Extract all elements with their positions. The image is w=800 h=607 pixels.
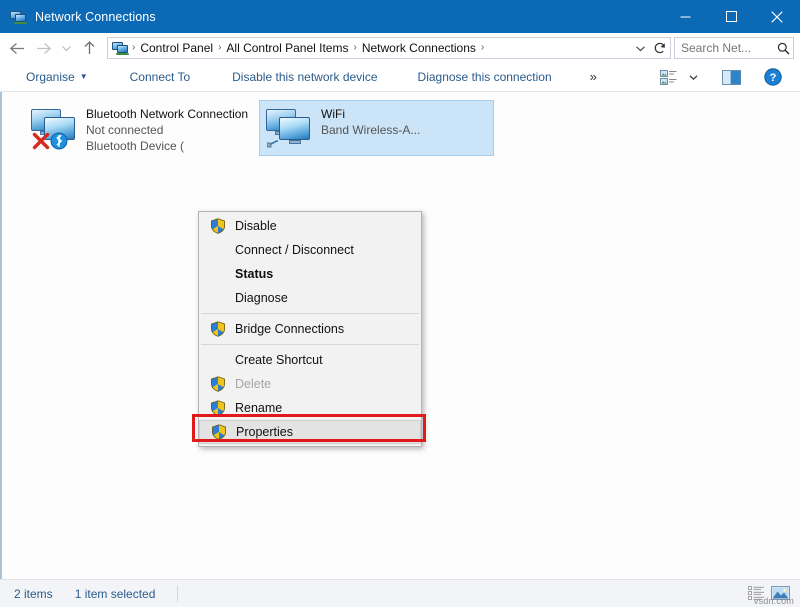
context-menu-label: Bridge Connections [231, 322, 344, 336]
connection-name: WiFi [321, 106, 420, 122]
chevron-down-icon: ▼ [80, 73, 88, 81]
disable-network-device-label: Disable this network device [232, 65, 377, 89]
organise-button[interactable]: Organise ▼ [16, 65, 98, 89]
context-menu-item-rename[interactable]: Rename [199, 396, 421, 420]
context-menu-label: Disable [231, 219, 277, 233]
connect-to-label: Connect To [130, 65, 191, 89]
breadcrumb-separator: › [479, 43, 486, 53]
connection-tile-wifi-text: WiFi Band Wireless-A... [321, 104, 420, 138]
network-cable-icon [267, 136, 287, 148]
status-bar: 2 items 1 item selected [0, 579, 800, 607]
context-menu-label: Rename [231, 401, 282, 415]
diagnose-connection-label: Diagnose this connection [418, 65, 552, 89]
breadcrumb-all-control-panel-items[interactable]: All Control Panel Items [223, 41, 351, 55]
maximize-button[interactable] [708, 0, 754, 33]
context-menu-item-delete: Delete [199, 372, 421, 396]
breadcrumb-separator: › [351, 43, 358, 53]
bluetooth-adapter-icon [30, 104, 78, 152]
breadcrumb-separator: › [130, 43, 137, 53]
disconnected-x-icon [32, 132, 50, 150]
context-menu-item-status[interactable]: Status [199, 262, 421, 286]
context-menu-label: Create Shortcut [231, 353, 323, 367]
up-button[interactable] [76, 35, 102, 61]
context-menu[interactable]: Disable Connect / Disconnect Status Diag… [198, 211, 422, 447]
context-menu-label: Properties [232, 425, 293, 439]
context-menu-separator [201, 313, 419, 314]
item-count-label: 2 items [0, 587, 53, 601]
command-bar: Organise ▼ Connect To Disable this netwo… [0, 63, 800, 92]
context-menu-item-create-shortcut[interactable]: Create Shortcut [199, 348, 421, 372]
toolbar-overflow-button[interactable]: » [580, 65, 607, 89]
search-placeholder: Search Net... [675, 41, 773, 55]
context-menu-label: Delete [231, 377, 271, 391]
connection-tile-bluetooth-text: Bluetooth Network Connection Not connect… [86, 104, 248, 154]
icon-slot-empty [205, 288, 231, 308]
refresh-button[interactable] [650, 38, 670, 58]
context-menu-separator [201, 344, 419, 345]
uac-shield-icon [205, 398, 231, 418]
address-bar[interactable]: › Control Panel › All Control Panel Item… [107, 37, 671, 59]
minimize-button[interactable] [662, 0, 708, 33]
connections-grid: Bluetooth Network Connection Not connect… [24, 100, 494, 156]
address-dropdown-button[interactable] [630, 38, 650, 58]
breadcrumb-separator: › [216, 43, 223, 53]
icon-slot-empty [205, 350, 231, 370]
diagnose-connection-button[interactable]: Diagnose this connection [408, 65, 562, 89]
connection-tile-wifi[interactable]: WiFi Band Wireless-A... [259, 100, 494, 156]
svg-text:?: ? [770, 72, 777, 84]
search-icon[interactable] [773, 42, 793, 55]
context-menu-item-bridge-connections[interactable]: Bridge Connections [199, 317, 421, 341]
connection-device: Bluetooth Device ( [86, 138, 248, 154]
breadcrumb-control-panel[interactable]: Control Panel [137, 41, 216, 55]
disable-network-device-button[interactable]: Disable this network device [222, 65, 387, 89]
uac-shield-icon [206, 422, 232, 442]
back-button[interactable] [4, 35, 30, 61]
forward-button[interactable] [30, 35, 56, 61]
status-bar-divider [177, 586, 178, 602]
preview-pane-button[interactable] [716, 65, 746, 89]
connection-device: Band Wireless-A... [321, 122, 420, 138]
uac-shield-icon [205, 319, 231, 339]
bluetooth-badge-icon [50, 132, 68, 150]
connection-tile-bluetooth[interactable]: Bluetooth Network Connection Not connect… [24, 100, 259, 156]
icon-slot-empty [205, 240, 231, 260]
breadcrumb-network-connections[interactable]: Network Connections [359, 41, 479, 55]
context-menu-item-connect-disconnect[interactable]: Connect / Disconnect [199, 238, 421, 262]
connection-name: Bluetooth Network Connection [86, 106, 248, 122]
network-connections-window: Network Connections [0, 0, 800, 607]
context-menu-label: Status [231, 267, 273, 281]
change-view-dropdown[interactable] [684, 65, 702, 89]
context-menu-item-properties[interactable]: Properties [199, 420, 421, 444]
context-menu-item-diagnose[interactable]: Diagnose [199, 286, 421, 310]
recent-locations-button[interactable] [56, 35, 76, 61]
change-view-button[interactable] [654, 65, 684, 89]
context-menu-label: Diagnose [231, 291, 288, 305]
window-title: Network Connections [35, 10, 156, 24]
window-controls [662, 0, 800, 33]
selection-count-label: 1 item selected [53, 587, 156, 601]
connection-status: Not connected [86, 122, 248, 138]
icon-slot-empty [205, 264, 231, 284]
navigation-bar: › Control Panel › All Control Panel Item… [0, 33, 800, 63]
close-button[interactable] [754, 0, 800, 33]
context-menu-item-disable[interactable]: Disable [199, 214, 421, 238]
help-button[interactable]: ? [758, 65, 788, 89]
context-menu-label: Connect / Disconnect [231, 243, 354, 257]
connect-to-button[interactable]: Connect To [120, 65, 201, 89]
connections-list[interactable]: Bluetooth Network Connection Not connect… [0, 92, 800, 579]
uac-shield-icon [205, 374, 231, 394]
uac-shield-icon [205, 216, 231, 236]
title-bar[interactable]: Network Connections [0, 0, 800, 33]
address-bar-network-icon [112, 40, 128, 56]
wifi-adapter-icon [265, 104, 313, 152]
organise-label: Organise [26, 65, 75, 89]
search-input[interactable]: Search Net... [674, 37, 794, 59]
watermark-text: vsdn.com [754, 596, 794, 606]
network-connections-icon [10, 9, 26, 25]
